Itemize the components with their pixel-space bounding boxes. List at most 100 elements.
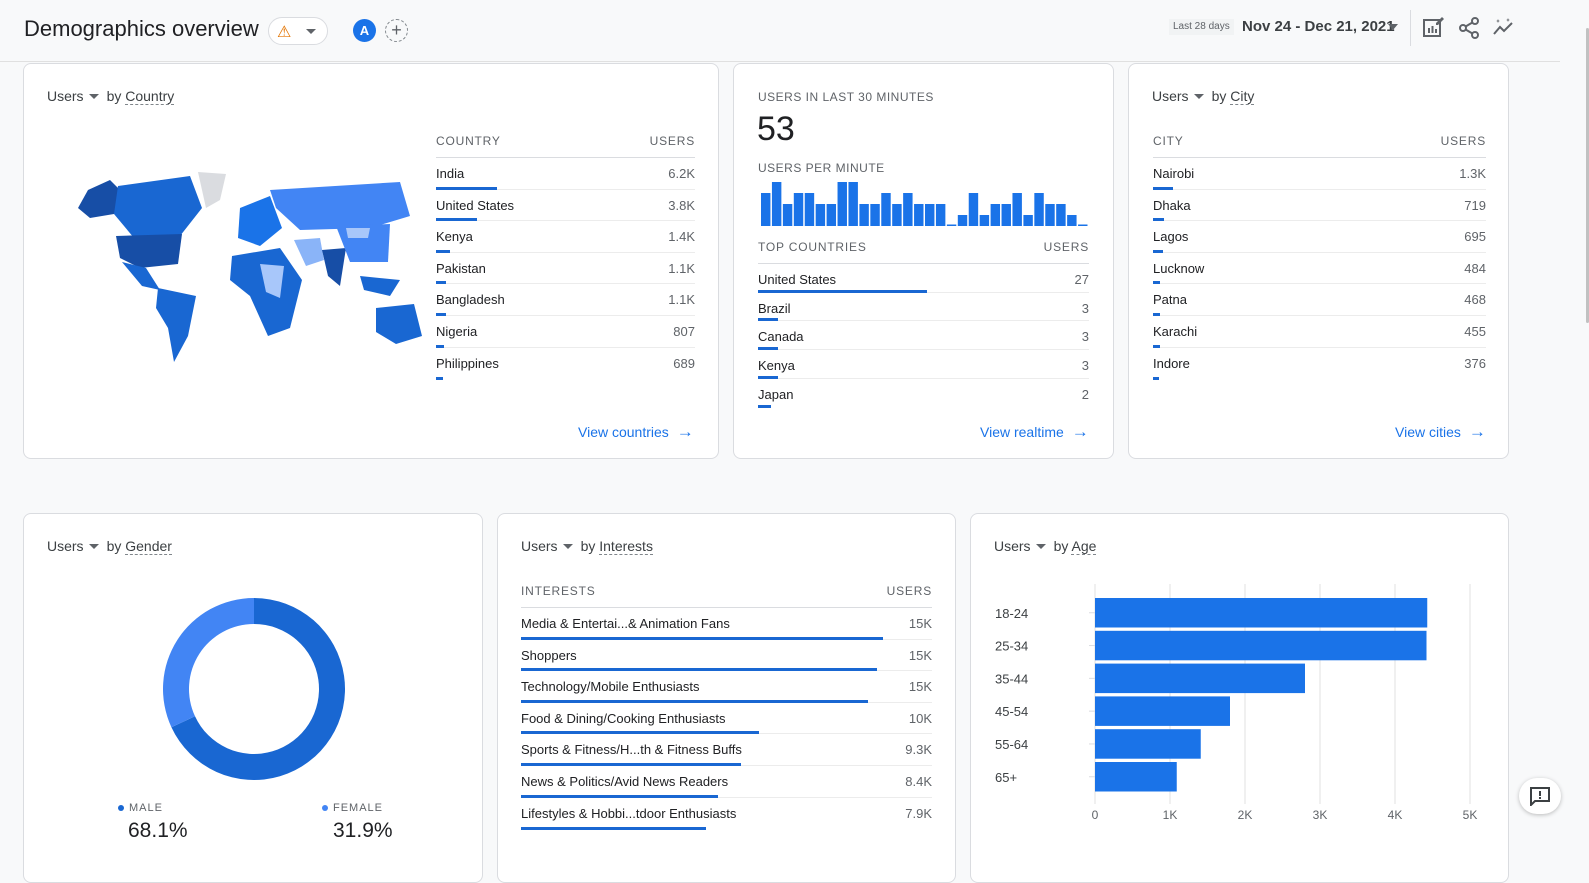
column-header-city[interactable]: CITY — [1153, 134, 1184, 157]
table-row[interactable]: Karachi 455 — [1153, 316, 1486, 348]
table-row[interactable]: Pakistan 1.1K — [436, 253, 695, 285]
per-minute-bar[interactable] — [881, 193, 891, 226]
age-bar-18-24[interactable] — [1095, 598, 1428, 628]
table-row[interactable]: Shoppers 15K — [521, 640, 932, 672]
per-minute-bar[interactable] — [761, 193, 771, 226]
edit-report-icon[interactable] — [1421, 16, 1445, 40]
per-minute-bar[interactable] — [848, 182, 858, 226]
date-range-chevron-icon[interactable] — [1388, 24, 1398, 30]
per-minute-bar[interactable] — [782, 204, 793, 226]
table-row[interactable]: Philippines 689 — [436, 348, 695, 381]
per-minute-bar[interactable] — [826, 204, 837, 226]
view-realtime-link[interactable]: View realtime → — [980, 422, 1089, 442]
table-row[interactable]: United States 27 — [758, 264, 1089, 293]
age-bar-65+[interactable] — [1095, 762, 1177, 792]
comparison-avatar[interactable]: A — [353, 19, 376, 42]
metric-selector[interactable]: Users — [47, 88, 84, 104]
chevron-down-icon[interactable] — [88, 93, 99, 99]
table-row[interactable]: News & Politics/Avid News Readers 8.4K — [521, 766, 932, 798]
gender-donut-chart[interactable] — [163, 598, 345, 780]
column-header-users[interactable]: USERS — [887, 584, 932, 607]
per-minute-bar[interactable] — [771, 182, 782, 226]
column-header-users[interactable]: USERS — [1441, 134, 1486, 157]
age-bar-35-44[interactable] — [1095, 663, 1305, 694]
chevron-down-icon[interactable] — [1035, 543, 1046, 549]
view-cities-link[interactable]: View cities → — [1395, 422, 1486, 442]
table-row[interactable]: Lagos 695 — [1153, 221, 1486, 253]
per-minute-bar[interactable] — [968, 193, 979, 226]
date-range-picker[interactable]: Nov 24 - Dec 21, 2021 — [1242, 18, 1395, 35]
per-minute-bar[interactable] — [903, 193, 913, 226]
age-bar-45-54[interactable] — [1095, 696, 1230, 726]
dimension-label[interactable]: Interests — [599, 538, 653, 555]
table-row[interactable]: Brazil 3 — [758, 293, 1089, 322]
per-minute-bar[interactable] — [892, 204, 902, 226]
column-header-country[interactable]: COUNTRY — [436, 134, 501, 157]
add-comparison-button[interactable]: + — [385, 19, 408, 42]
chevron-down-icon[interactable] — [88, 543, 99, 549]
table-row[interactable]: Japan 2 — [758, 379, 1089, 409]
data-quality-dropdown[interactable]: ⚠ — [268, 17, 328, 45]
dimension-label[interactable]: Age — [1071, 538, 1097, 555]
age-bar-chart[interactable]: 0 1K 2K 3K 4K 5K 18-24 25-34 35-44 45-54 55-64 65+ — [971, 574, 1510, 834]
feedback-button[interactable] — [1519, 778, 1561, 814]
metric-selector[interactable]: Users — [521, 538, 558, 554]
per-minute-bar[interactable] — [870, 204, 880, 226]
donut-slice-female[interactable] — [163, 598, 254, 728]
per-minute-bar[interactable] — [815, 204, 826, 226]
per-minute-bar[interactable] — [1078, 224, 1088, 227]
dimension-label[interactable]: Gender — [125, 538, 172, 555]
table-row[interactable]: Nairobi 1.3K — [1153, 158, 1486, 190]
age-bar-25-34[interactable] — [1095, 630, 1427, 661]
share-icon[interactable] — [1457, 16, 1481, 40]
table-row[interactable]: Nigeria 807 — [436, 316, 695, 348]
per-minute-bar[interactable] — [837, 182, 847, 226]
table-row[interactable]: India 6.2K — [436, 158, 695, 190]
table-row[interactable]: Sports & Fitness/H...th & Fitness Buffs 9… — [521, 734, 932, 766]
table-row[interactable]: Bangladesh 1.1K — [436, 284, 695, 316]
per-minute-bar[interactable] — [979, 215, 990, 226]
insights-icon[interactable] — [1492, 16, 1516, 40]
per-minute-bar[interactable] — [1034, 193, 1044, 226]
view-countries-link[interactable]: View countries → — [578, 422, 694, 442]
table-row[interactable]: Indore 376 — [1153, 348, 1486, 381]
per-minute-bar[interactable] — [946, 224, 957, 227]
per-minute-bar[interactable] — [925, 204, 935, 226]
table-row[interactable]: Kenya 3 — [758, 350, 1089, 379]
table-row[interactable]: Food & Dining/Cooking Enthusiasts 10K — [521, 703, 932, 735]
age-bar-55-64[interactable] — [1095, 729, 1201, 759]
per-minute-bar[interactable] — [1001, 204, 1011, 226]
per-minute-bar[interactable] — [804, 193, 815, 226]
users-per-minute-chart[interactable] — [761, 182, 1089, 230]
metric-selector[interactable]: Users — [994, 538, 1031, 554]
per-minute-bar[interactable] — [859, 204, 869, 226]
column-header-interests[interactable]: INTERESTS — [521, 584, 596, 607]
table-row[interactable]: Media & Entertai...& Animation Fans 15K — [521, 608, 932, 640]
table-row[interactable]: Canada 3 — [758, 321, 1089, 351]
per-minute-bar[interactable] — [1023, 215, 1033, 226]
per-minute-bar[interactable] — [990, 204, 1001, 226]
table-row[interactable]: Lifestyles & Hobbi...tdoor Enthusiasts 7.… — [521, 798, 932, 831]
per-minute-bar[interactable] — [1012, 193, 1022, 226]
chevron-down-icon[interactable] — [562, 543, 573, 549]
table-row[interactable]: Kenya 1.4K — [436, 221, 695, 253]
per-minute-bar[interactable] — [1045, 204, 1055, 226]
chevron-down-icon[interactable] — [1193, 93, 1204, 99]
per-minute-bar[interactable] — [957, 215, 968, 226]
column-header-users[interactable]: USERS — [650, 134, 695, 157]
per-minute-bar[interactable] — [793, 193, 804, 226]
per-minute-bar[interactable] — [935, 204, 946, 226]
table-row[interactable]: Patna 468 — [1153, 284, 1486, 316]
dimension-label[interactable]: City — [1230, 88, 1255, 105]
per-minute-bar[interactable] — [1056, 204, 1066, 226]
world-map[interactable] — [70, 168, 426, 368]
dimension-label[interactable]: Country — [125, 88, 175, 105]
metric-selector[interactable]: Users — [47, 538, 84, 554]
metric-selector[interactable]: Users — [1152, 88, 1189, 104]
table-row[interactable]: Lucknow 484 — [1153, 253, 1486, 285]
table-row[interactable]: Technology/Mobile Enthusiasts 15K — [521, 671, 932, 703]
table-row[interactable]: Dhaka 719 — [1153, 190, 1486, 222]
per-minute-bar[interactable] — [914, 204, 924, 226]
per-minute-bar[interactable] — [1067, 215, 1077, 226]
table-row[interactable]: United States 3.8K — [436, 190, 695, 222]
